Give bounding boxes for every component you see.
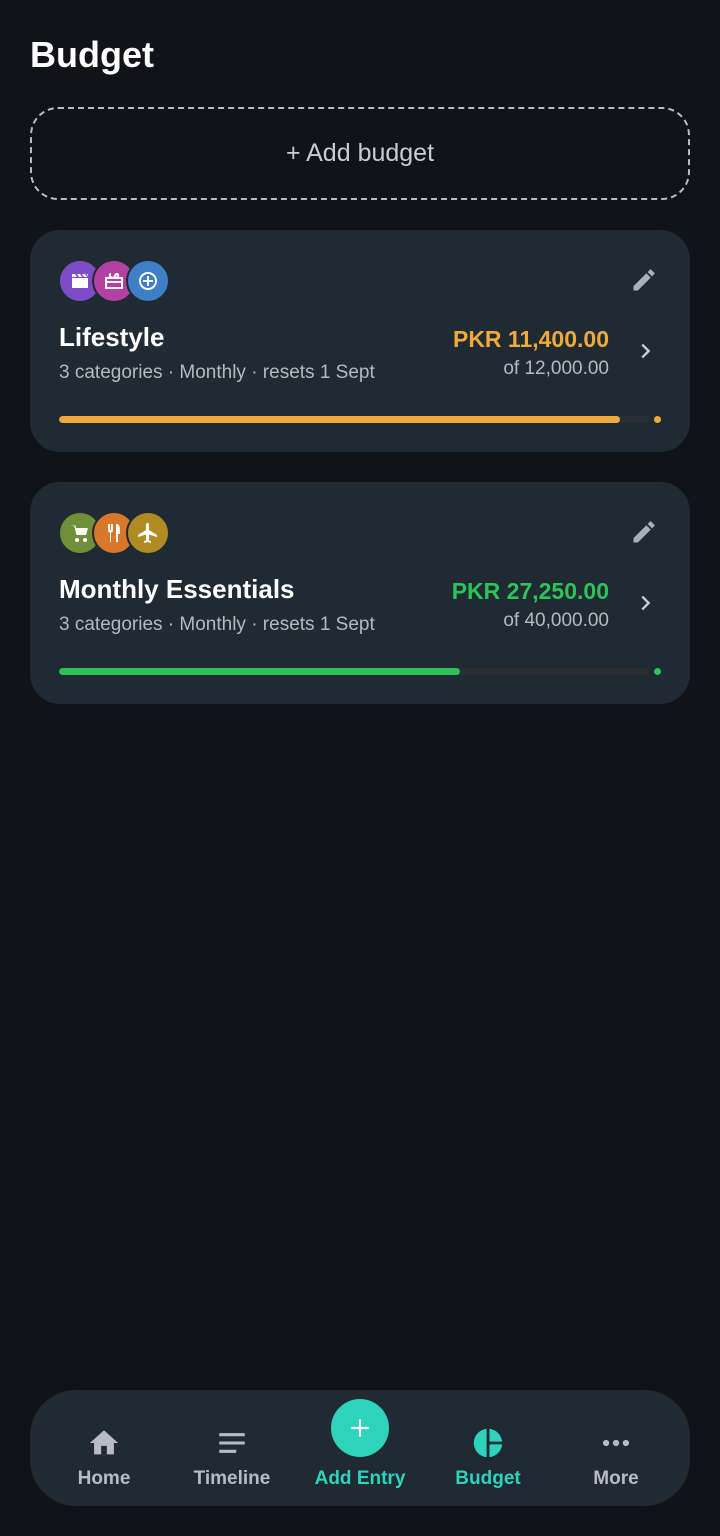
nav-timeline[interactable]: Timeline (166, 1390, 298, 1506)
nav-label: Home (77, 1468, 131, 1489)
budget-name: Monthly Essentials (59, 574, 295, 604)
progress-track (59, 668, 649, 675)
bottom-nav: Home Timeline Add Entry Budget More (30, 1390, 690, 1506)
nav-label: Timeline (193, 1468, 271, 1489)
add-entry-button[interactable] (331, 1399, 389, 1457)
nav-label: Add Entry (314, 1468, 406, 1489)
chevron-right-icon[interactable] (634, 340, 656, 362)
budget-name: Lifestyle (59, 322, 165, 352)
progress-fill (59, 416, 620, 423)
more-icon (602, 1439, 630, 1447)
gamepad-icon (126, 259, 170, 303)
budget-total: of 12,000.00 (503, 358, 609, 379)
nav-label: Budget (455, 1468, 521, 1489)
edit-icon[interactable] (630, 266, 658, 294)
edit-icon[interactable] (630, 518, 658, 546)
pie-chart-icon (473, 1428, 503, 1458)
budget-card-monthly-essentials[interactable]: Monthly Essentials 3 categories · Monthl… (30, 482, 690, 704)
home-icon (89, 1430, 119, 1455)
chevron-right-icon[interactable] (634, 592, 656, 614)
timeline-icon (219, 1433, 245, 1453)
airplane-icon (126, 511, 170, 555)
plus-icon (351, 1419, 369, 1437)
add-budget-button[interactable]: + Add budget (30, 107, 690, 200)
budget-subtitle: 3 categories · Monthly · resets 1 Sept (59, 614, 375, 635)
progress-track (59, 416, 649, 423)
nav-budget[interactable]: Budget (422, 1390, 554, 1506)
progress-fill (59, 668, 461, 675)
budget-total: of 40,000.00 (503, 610, 609, 631)
progress-end-dot (654, 668, 661, 675)
budget-spent: PKR 11,400.00 (452, 326, 609, 352)
budget-subtitle: 3 categories · Monthly · resets 1 Sept (59, 362, 375, 383)
progress-end-dot (654, 416, 661, 423)
nav-home[interactable]: Home (38, 1390, 170, 1506)
budget-card-lifestyle[interactable]: Lifestyle 3 categories · Monthly · reset… (30, 230, 690, 452)
nav-add-entry[interactable]: Add Entry (294, 1390, 426, 1506)
nav-more[interactable]: More (550, 1390, 682, 1506)
page-title: Budget (30, 34, 154, 75)
budget-spent: PKR 27,250.00 (451, 578, 609, 604)
nav-label: More (593, 1468, 639, 1489)
